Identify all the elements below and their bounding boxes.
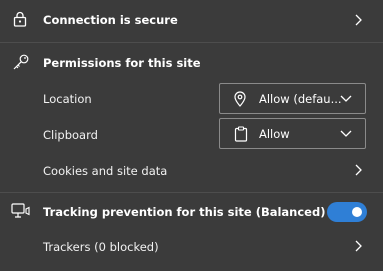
tracking-label: Tracking prevention for this site (Balan… <box>43 205 326 219</box>
location-value: Allow (defau... <box>259 92 342 106</box>
location-select[interactable]: Allow (defau... <box>219 83 366 114</box>
location-label: Location <box>43 92 92 106</box>
location-pin-icon <box>234 91 246 107</box>
chevron-right-icon <box>355 14 362 26</box>
clipboard-icon <box>234 126 248 142</box>
key-icon <box>13 54 29 70</box>
clipboard-value: Allow <box>259 127 290 141</box>
trackers-row[interactable]: Trackers (0 blocked) <box>0 230 383 264</box>
toggle-knob <box>352 207 362 217</box>
clipboard-select[interactable]: Allow <box>219 118 366 149</box>
chevron-right-icon <box>355 240 362 252</box>
chevron-down-icon <box>340 95 352 102</box>
tracking-icon <box>11 203 30 218</box>
chevron-down-icon <box>340 130 352 137</box>
connection-row[interactable]: Connection is secure <box>0 0 383 42</box>
connection-label: Connection is secure <box>43 13 178 27</box>
lock-icon <box>13 11 27 27</box>
chevron-right-icon <box>355 164 362 176</box>
divider <box>0 192 383 193</box>
trackers-label: Trackers (0 blocked) <box>43 240 159 254</box>
permissions-heading: Permissions for this site <box>43 56 201 70</box>
cookies-label: Cookies and site data <box>43 164 168 178</box>
cookies-row[interactable]: Cookies and site data <box>0 154 383 188</box>
tracking-toggle[interactable] <box>327 202 367 222</box>
clipboard-label: Clipboard <box>43 128 98 142</box>
divider <box>0 42 383 43</box>
